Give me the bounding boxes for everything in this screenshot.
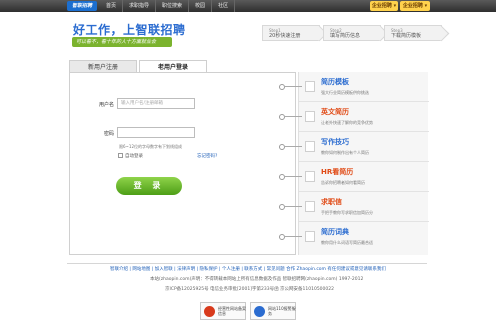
footer-nav[interactable]: 智联介绍 | 网站地图 | 加入智联 | 法律声明 | 隐私保护 | 个人注册 … bbox=[110, 266, 386, 272]
step-1: Step1 20秒快速注册 bbox=[262, 25, 320, 41]
person-icon bbox=[305, 171, 315, 182]
sidebar-item-english-resume[interactable]: 英文简历 让老外快速了解你的竞争优势 bbox=[279, 102, 429, 132]
pen-icon bbox=[305, 141, 315, 152]
step-label: 20秒快速注册 bbox=[269, 33, 301, 39]
page-slogan: 好工作，上智联招聘 bbox=[73, 23, 186, 37]
sidebar-item-hr-view[interactable]: HR看简历 告诉你招聘者如何看简历 bbox=[279, 162, 429, 192]
sidebar-item-cover-letter[interactable]: 求职信 手把手教你写求职信加简历分 bbox=[279, 192, 429, 222]
auto-login-label: 自动登录 bbox=[125, 154, 143, 159]
footer-badge-business[interactable]: 经营性网站备案信息 bbox=[200, 302, 246, 320]
sidebar-item-writing-tips[interactable]: 写作技巧 教你如何制作出有个人简历 bbox=[279, 132, 429, 162]
pin-arrow-icon bbox=[279, 203, 303, 210]
document-icon bbox=[305, 111, 315, 122]
enterprise-recruit-button-2[interactable]: 企业招聘 ▾ bbox=[400, 1, 430, 11]
sidebar-item-title: 简历词典 bbox=[321, 228, 349, 236]
step-label: 下载简历模板 bbox=[391, 33, 422, 39]
nav-campus[interactable]: 校园 bbox=[189, 0, 213, 12]
sidebar-item-title: 简历模板 bbox=[321, 78, 349, 86]
badge-text: 网站110报警服务 bbox=[268, 306, 296, 316]
sub-slogan: 可以看不，看十年的人十方面就业会 bbox=[72, 37, 172, 47]
envelope-icon bbox=[305, 201, 315, 212]
sidebar-item-title: HR看简历 bbox=[321, 168, 354, 176]
enterprise-recruit-button[interactable]: 企业招聘 ▾ bbox=[370, 1, 398, 11]
resume-tools-sidebar: 简历模板 强大行业简历模板供你挑选 英文简历 让老外快速了解你的竞争优势 写作技… bbox=[279, 72, 429, 255]
nav-career-guide[interactable]: 求职指导 bbox=[123, 0, 157, 12]
step-2: Step2 填写简历信息 bbox=[323, 25, 381, 41]
username-input[interactable]: 输入用户名/注册邮箱 bbox=[117, 98, 195, 109]
pin-arrow-icon bbox=[279, 233, 303, 240]
police-badge-icon bbox=[254, 306, 265, 317]
username-label: 用户名 bbox=[99, 102, 115, 108]
password-input[interactable] bbox=[117, 127, 195, 138]
book-icon bbox=[305, 231, 315, 242]
footer-badge-police[interactable]: 网站110报警服务 bbox=[250, 302, 296, 320]
login-panel: 用户名 输入用户名/注册邮箱 密码 限6~12位的字母数字有下划线组成 自动登录… bbox=[69, 72, 296, 255]
sidebar-item-desc: 强大行业简历模板供你挑选 bbox=[321, 90, 369, 95]
sidebar-item-desc: 教你用什么词语写简历最合适 bbox=[321, 240, 373, 245]
forgot-password-link[interactable]: 忘记密码? bbox=[197, 153, 217, 159]
footer-divider bbox=[67, 263, 427, 264]
shield-icon bbox=[204, 306, 215, 317]
footer-icp: 京ICP备12025925号 电信业务审批[2001]字第233号函 京公网安备… bbox=[165, 287, 334, 292]
pin-arrow-icon bbox=[279, 143, 303, 150]
step-3: Step3 下载简历模板 bbox=[384, 25, 442, 41]
sidebar-item-desc: 告诉你招聘者如何看简历 bbox=[321, 180, 365, 185]
top-nav: 首页 求职指导 职位搜索 校园 社区 bbox=[100, 0, 236, 12]
sidebar-item-title: 写作技巧 bbox=[321, 138, 349, 146]
registration-steps: Step1 20秒快速注册 Step2 填写简历信息 Step3 下载简历模板 bbox=[262, 25, 445, 41]
document-icon bbox=[305, 81, 315, 92]
site-logo[interactable]: 智联招聘 bbox=[67, 1, 97, 11]
login-button[interactable]: 登 录 bbox=[116, 177, 182, 195]
sidebar-item-title: 英文简历 bbox=[321, 108, 349, 116]
sidebar-item-desc: 教你如何制作出有个人简历 bbox=[321, 150, 369, 155]
sidebar-item-desc: 手把手教你写求职信加简历分 bbox=[321, 210, 373, 215]
password-label: 密码 bbox=[104, 131, 115, 137]
nav-job-search[interactable]: 职位搜索 bbox=[156, 0, 190, 12]
badge-text: 经营性网站备案信息 bbox=[218, 306, 246, 316]
sidebar-item-resume-templates[interactable]: 简历模板 强大行业简历模板供你挑选 bbox=[279, 72, 429, 102]
auto-login-checkbox[interactable] bbox=[118, 153, 123, 158]
pin-arrow-icon bbox=[279, 173, 303, 180]
step-label: 填写简历信息 bbox=[330, 33, 361, 39]
pin-arrow-icon bbox=[279, 83, 303, 90]
sidebar-item-title: 求职信 bbox=[321, 198, 342, 206]
nav-community[interactable]: 社区 bbox=[212, 0, 236, 12]
password-hint: 限6~12位的字母数字有下划线组成 bbox=[119, 144, 182, 149]
pin-arrow-icon bbox=[279, 113, 303, 120]
nav-home[interactable]: 首页 bbox=[100, 0, 124, 12]
sidebar-item-desc: 让老外快速了解你的竞争优势 bbox=[321, 120, 373, 125]
footer-copyright: 本站(zhaopin.com)声明：不得转载本网站上所有信息数据及作品 智联招聘… bbox=[150, 277, 364, 282]
sidebar-item-resume-dictionary[interactable]: 简历词典 教你用什么词语写简历最合适 bbox=[279, 222, 429, 252]
